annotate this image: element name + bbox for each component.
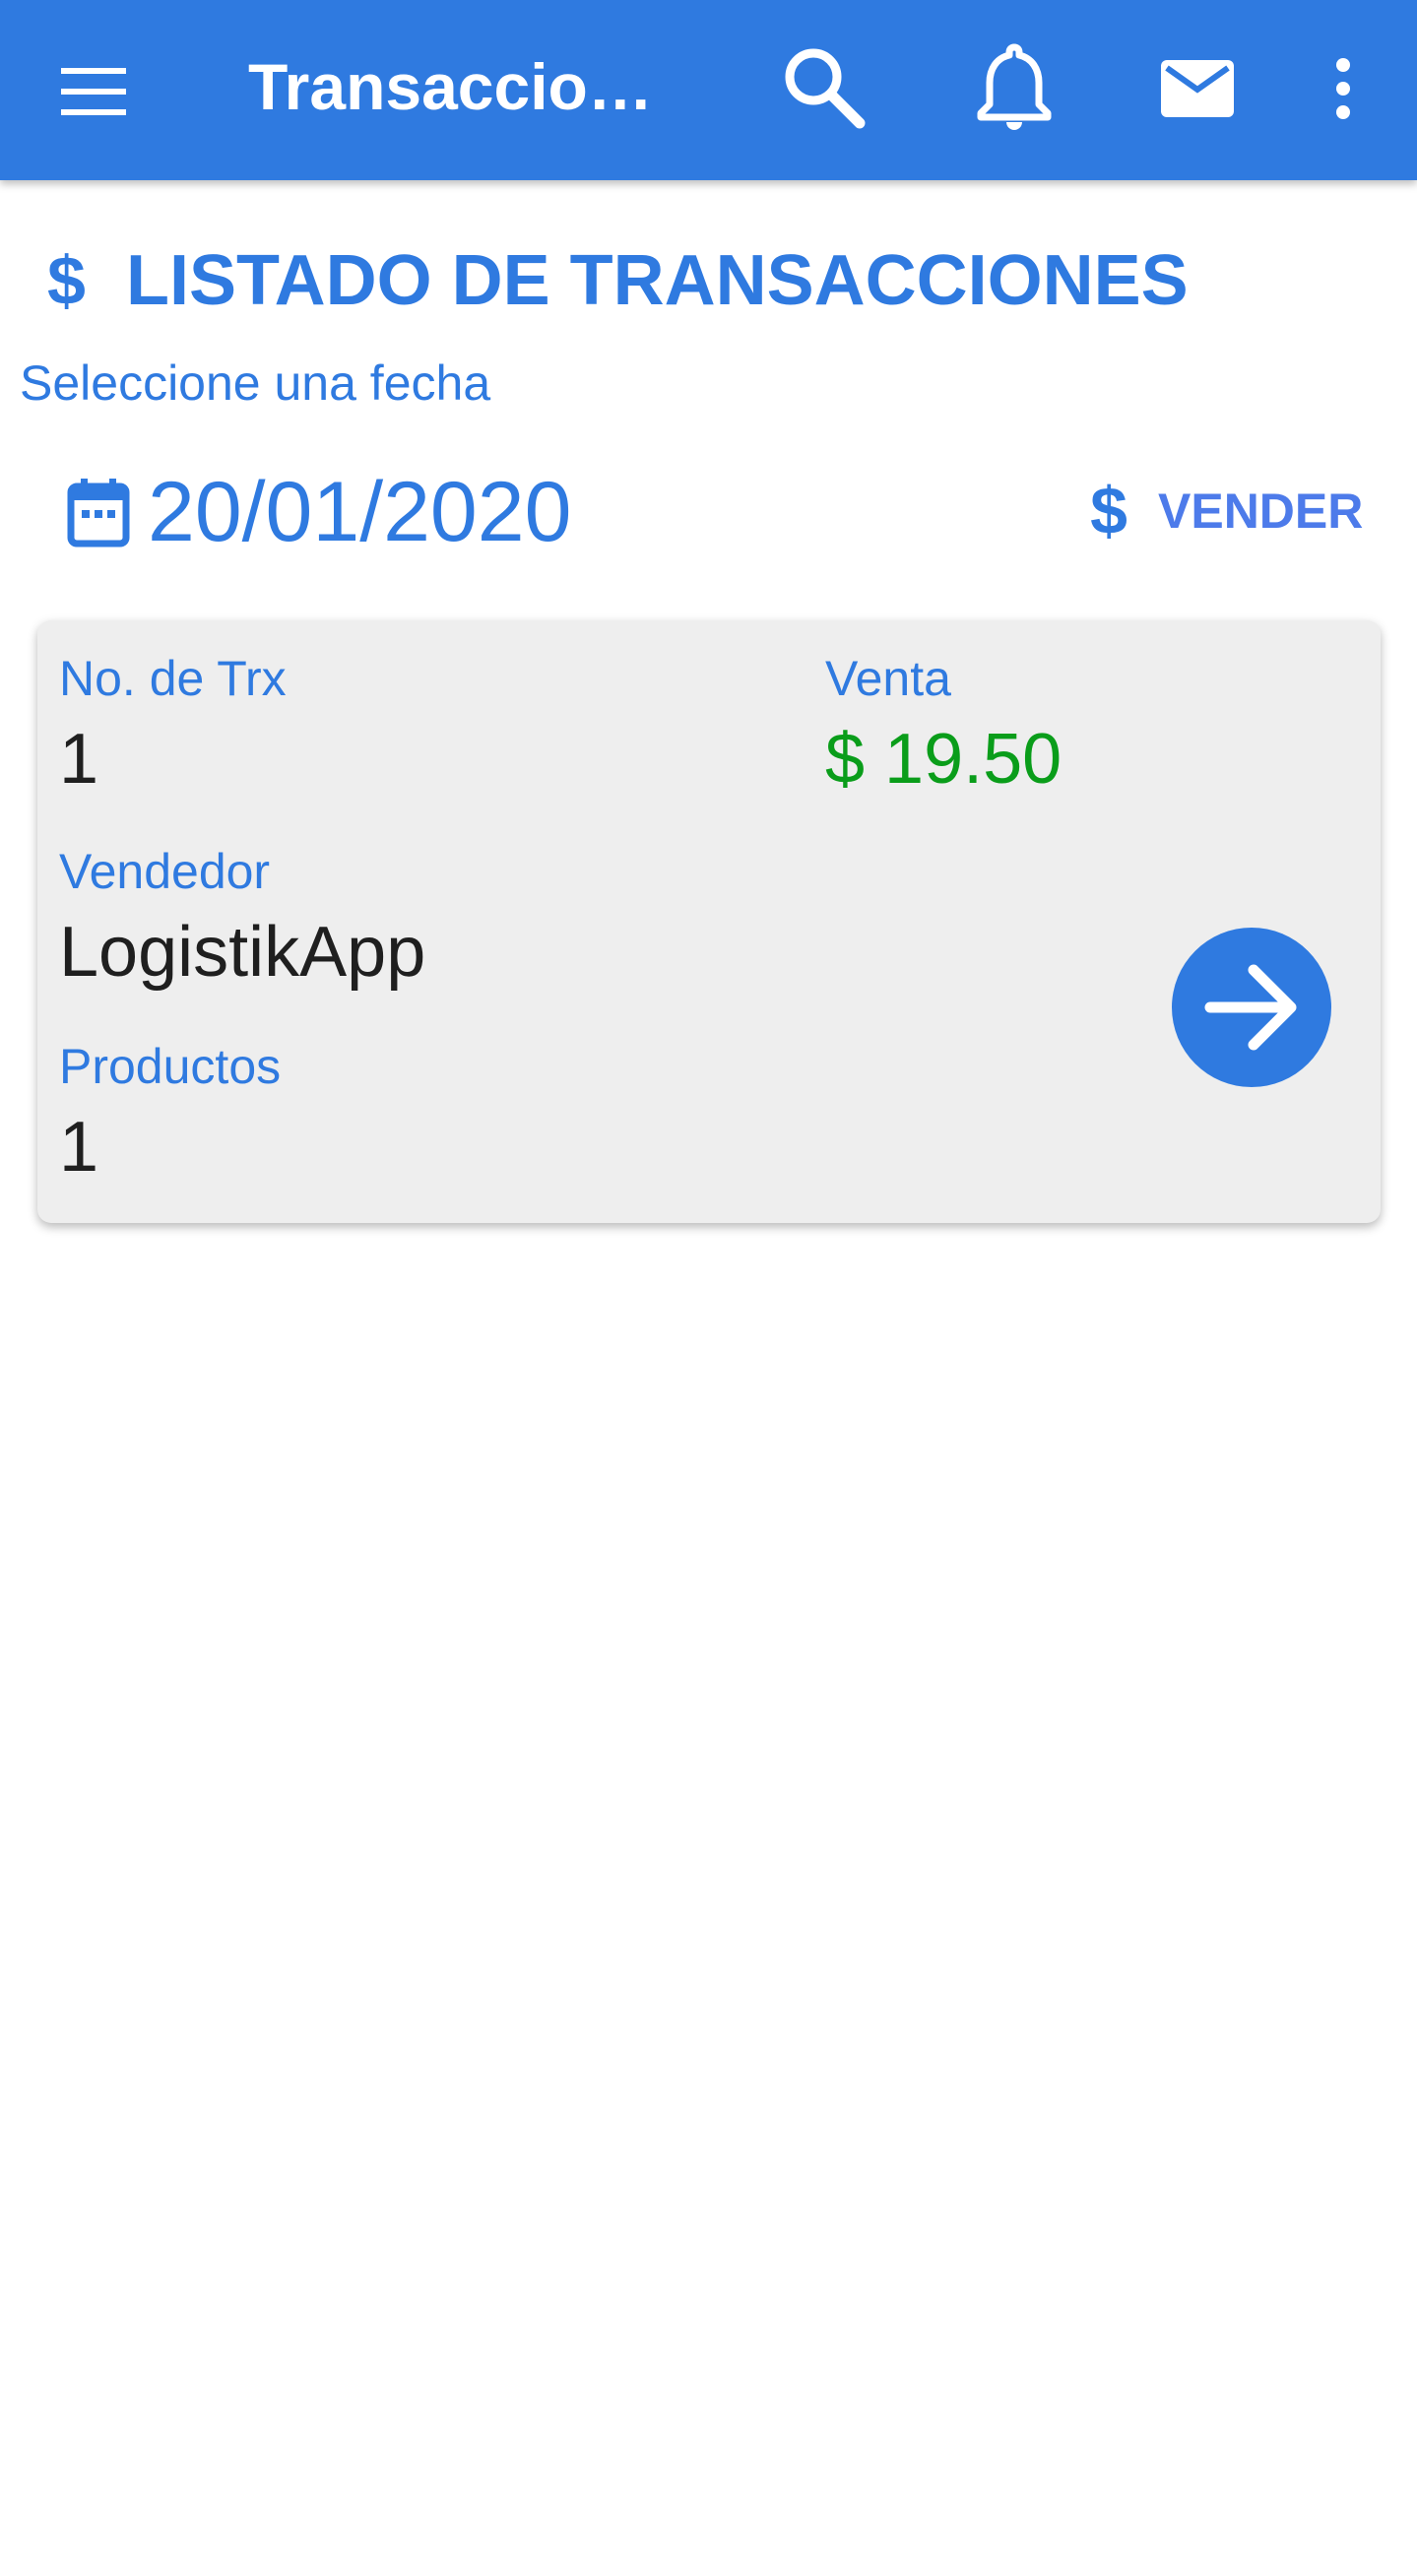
seller-name: LogistikApp — [59, 913, 426, 992]
menu-icon — [61, 68, 126, 115]
search-icon — [785, 48, 866, 129]
arrow-right-icon — [1204, 964, 1297, 1051]
open-transaction-button[interactable] — [1172, 928, 1331, 1087]
mail-icon — [1161, 60, 1234, 117]
overflow-menu-button[interactable] — [1316, 39, 1371, 138]
menu-button[interactable] — [47, 44, 142, 139]
bell-icon — [977, 43, 1052, 130]
selected-date[interactable]: 20/01/2020 — [148, 464, 571, 561]
app-bar: Transaccion… — [0, 0, 1417, 180]
sell-button[interactable]: $ VENDER — [1069, 467, 1365, 555]
app-bar-title: Transaccion… — [248, 50, 691, 123]
sale-label: Venta — [825, 651, 951, 706]
more-vert-icon — [1336, 58, 1350, 119]
notifications-button[interactable] — [965, 37, 1063, 136]
date-prompt: Seleccione una fecha — [20, 355, 491, 411]
sale-amount: $ 19.50 — [825, 720, 1063, 799]
trx-number-label: No. de Trx — [59, 651, 287, 706]
trx-number-value: 1 — [59, 720, 99, 799]
products-count: 1 — [59, 1108, 99, 1187]
dollar-icon: $ — [47, 242, 86, 319]
sell-button-label: VENDER — [1158, 483, 1364, 539]
page-title: LISTADO DE TRANSACCIONES — [126, 241, 1189, 320]
products-label: Productos — [59, 1039, 282, 1094]
seller-label: Vendedor — [59, 844, 271, 899]
messages-button[interactable] — [1148, 39, 1247, 138]
calendar-icon — [67, 473, 138, 551]
date-picker[interactable]: 20/01/2020 — [67, 463, 571, 561]
page-heading: $ LISTADO DE TRANSACCIONES — [47, 236, 1189, 325]
dollar-icon: $ — [1090, 474, 1127, 548]
transaction-card[interactable]: No. de Trx 1 Venta $ 19.50 Vendedor Logi… — [37, 620, 1381, 1223]
search-button[interactable] — [774, 37, 872, 136]
